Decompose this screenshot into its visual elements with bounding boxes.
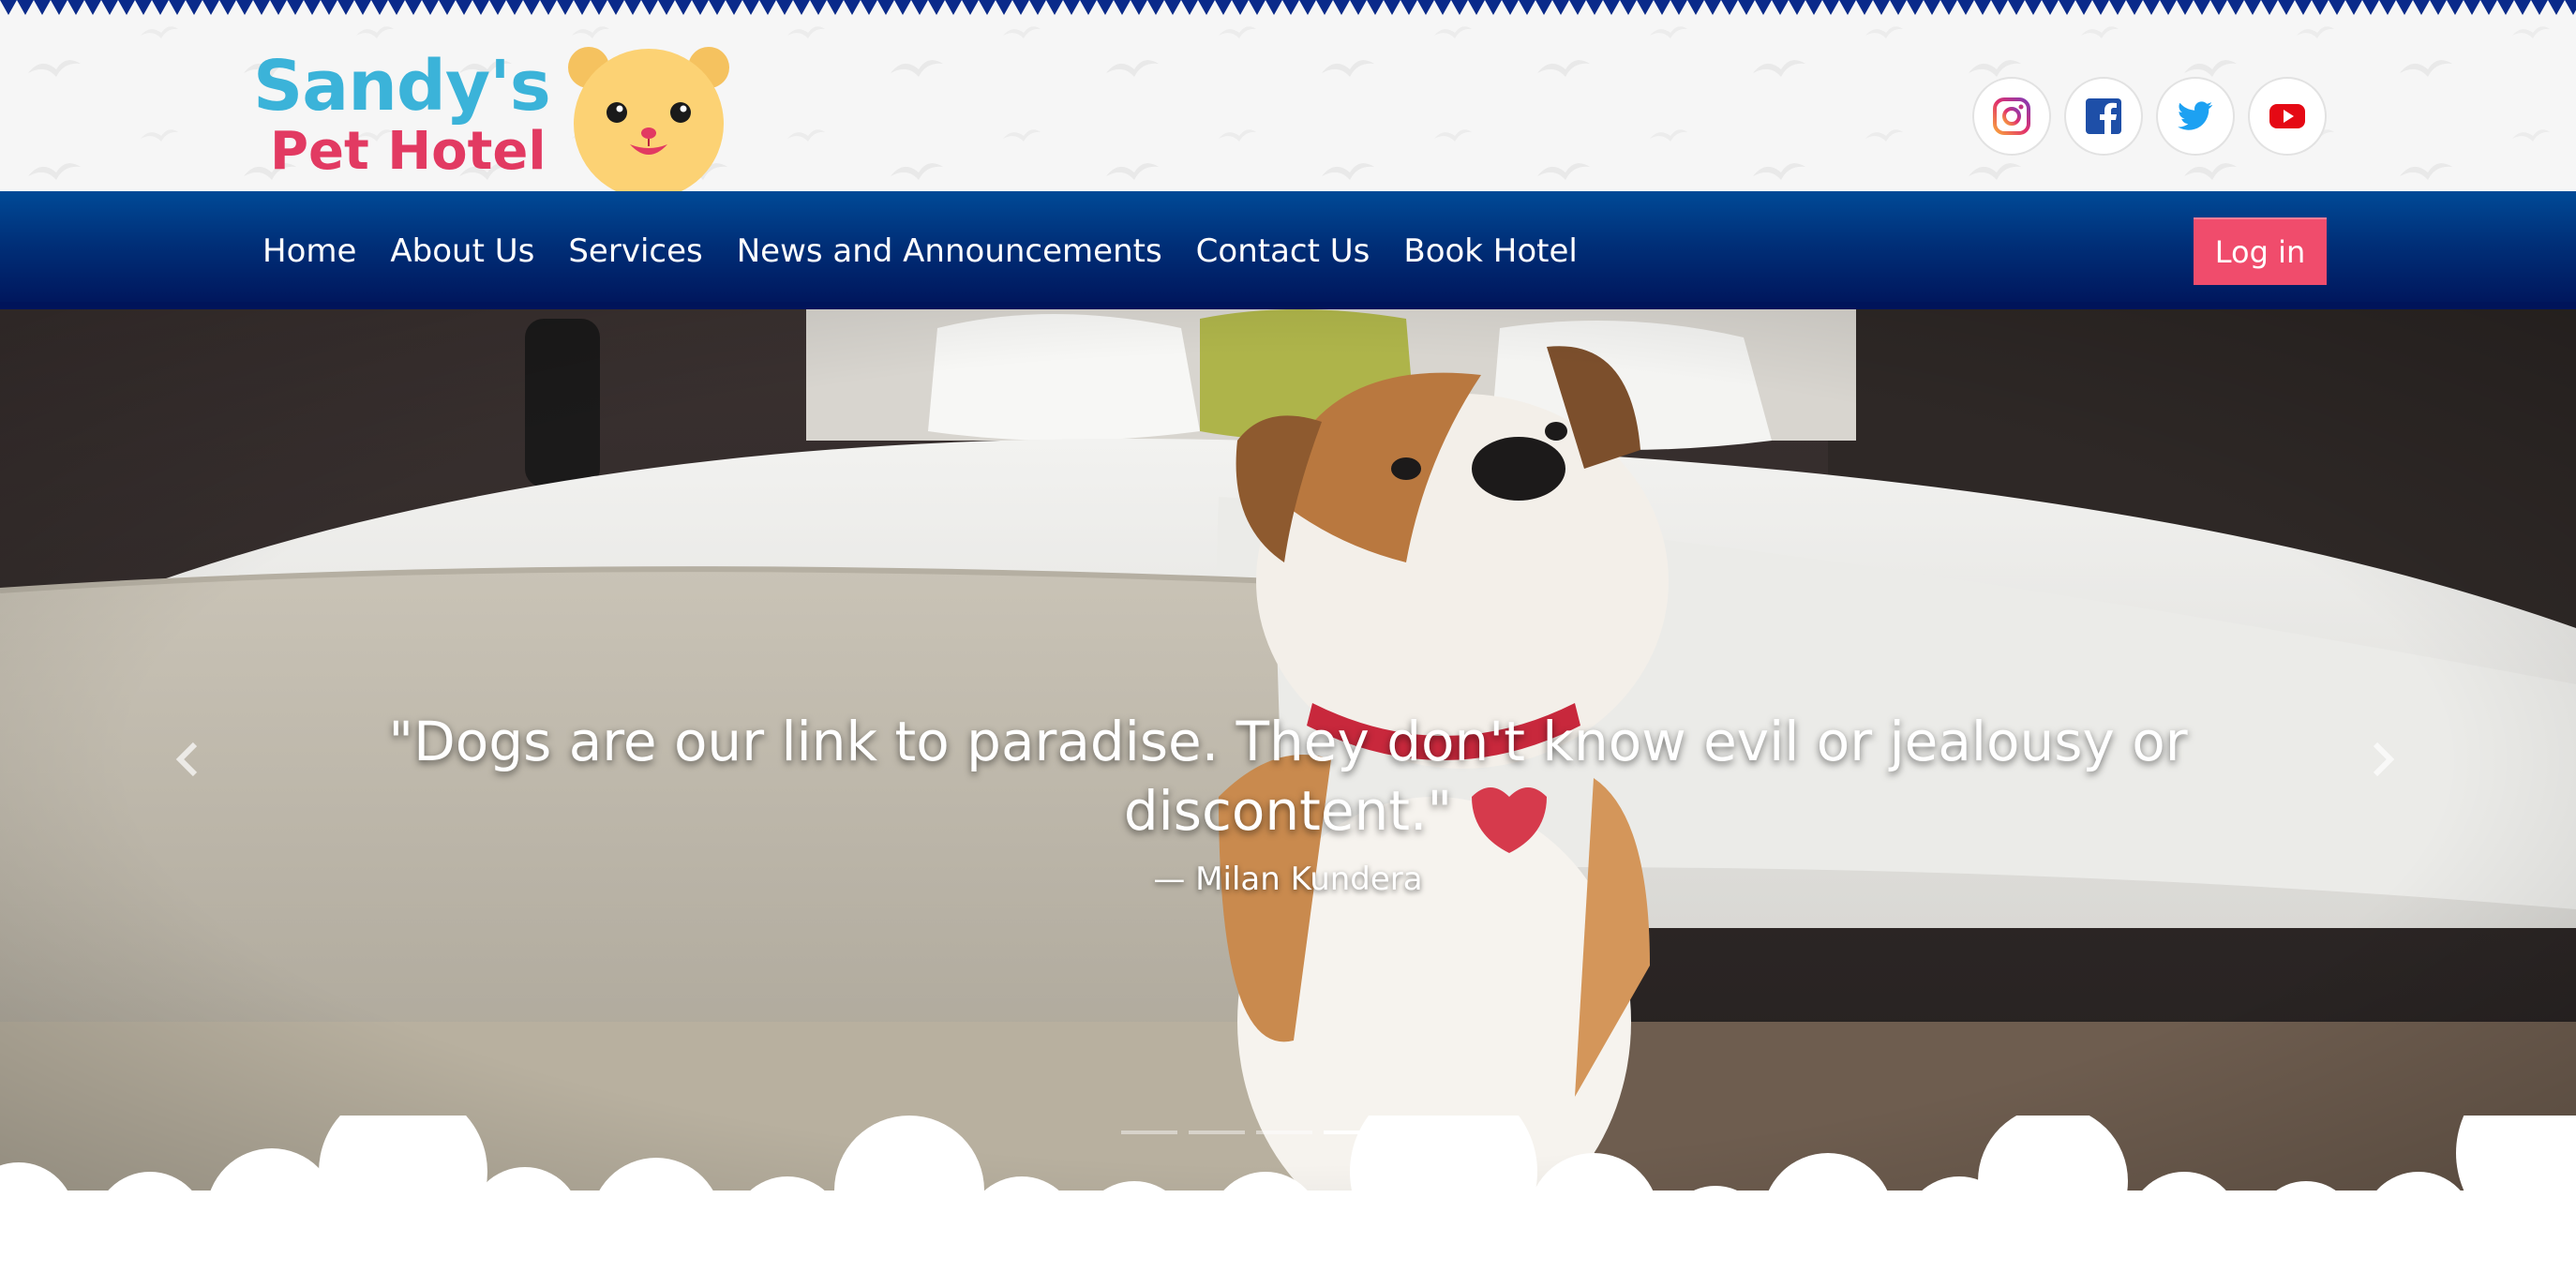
instagram-link[interactable]	[1972, 77, 2051, 156]
nav-menu: Home About Us Services News and Announce…	[246, 225, 1595, 277]
carousel-prev-arrow[interactable]	[159, 731, 216, 787]
site-header: Sandy's Pet Hotel	[0, 17, 2576, 191]
youtube-icon	[2269, 104, 2305, 128]
chevron-left-icon	[175, 741, 198, 777]
cloud-border	[0, 1116, 2576, 1209]
twitter-icon	[2178, 101, 2213, 130]
nav-item-news[interactable]: News and Announcements	[720, 225, 1179, 277]
nav-item-book-hotel[interactable]: Book Hotel	[1386, 225, 1595, 277]
nav-item-contact-us[interactable]: Contact Us	[1179, 225, 1387, 277]
hero-quote: "Dogs are our link to paradise. They don…	[388, 710, 2188, 843]
facebook-icon	[2086, 98, 2121, 134]
twitter-link[interactable]	[2156, 77, 2235, 156]
nav-item-home[interactable]: Home	[246, 225, 373, 277]
site-logo[interactable]: Sandy's Pet Hotel	[247, 39, 744, 191]
bear-mascot-icon	[568, 47, 729, 191]
login-button[interactable]: Log in	[2194, 217, 2327, 285]
carousel-next-arrow[interactable]	[2355, 731, 2411, 787]
youtube-link[interactable]	[2248, 77, 2327, 156]
instagram-icon	[1993, 97, 2030, 135]
facebook-link[interactable]	[2064, 77, 2143, 156]
nav-item-services[interactable]: Services	[551, 225, 719, 277]
nav-item-about-us[interactable]: About Us	[373, 225, 551, 277]
hero-quote-author: — Milan Kundera	[1153, 861, 1423, 898]
main-navigation: Home About Us Services News and Announce…	[0, 191, 2576, 309]
hero-carousel: "Dogs are our link to paradise. They don…	[0, 309, 2576, 1209]
logo-text-pet-hotel: Pet Hotel	[270, 121, 547, 182]
social-links	[1972, 77, 2327, 156]
logo-text-sandys: Sandy's	[253, 46, 551, 127]
chevron-right-icon	[2373, 741, 2395, 777]
